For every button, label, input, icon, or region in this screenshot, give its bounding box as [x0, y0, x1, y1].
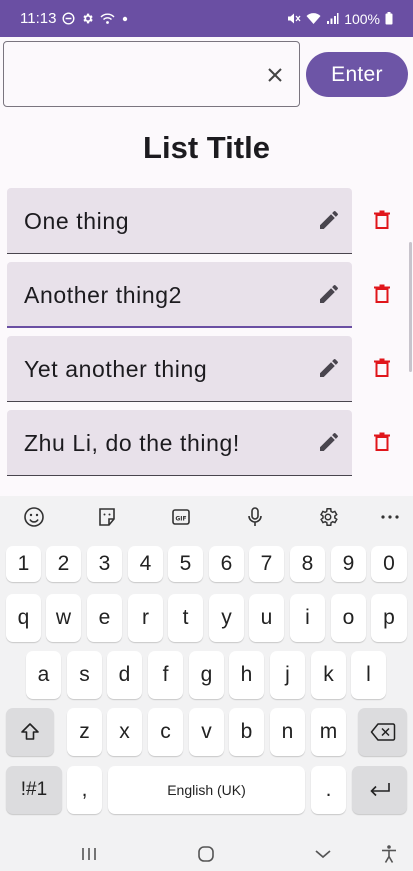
- key-i[interactable]: i: [290, 594, 325, 642]
- key-l[interactable]: l: [351, 651, 386, 699]
- more-icon[interactable]: [377, 504, 403, 530]
- list-item-field[interactable]: One thing: [7, 188, 352, 254]
- key-e[interactable]: e: [87, 594, 122, 642]
- key-r[interactable]: r: [128, 594, 163, 642]
- microphone-icon[interactable]: [242, 504, 268, 530]
- key-f[interactable]: f: [148, 651, 183, 699]
- key-0[interactable]: 0: [371, 546, 407, 582]
- key-z[interactable]: z: [67, 708, 102, 756]
- status-bar: 11:13 100%: [0, 0, 413, 37]
- key-y[interactable]: y: [209, 594, 244, 642]
- backspace-icon: [370, 722, 396, 742]
- key-o[interactable]: o: [331, 594, 366, 642]
- list-item-text: Zhu Li, do the thing!: [24, 430, 240, 456]
- key-4[interactable]: 4: [128, 546, 163, 582]
- keyboard-toolbar: GIF: [0, 496, 413, 538]
- pencil-icon[interactable]: [317, 208, 341, 232]
- shift-key[interactable]: [6, 708, 54, 756]
- wifi-icon: [306, 12, 321, 25]
- comma-key[interactable]: ,: [67, 766, 102, 814]
- key-5[interactable]: 5: [168, 546, 203, 582]
- dot-icon: [121, 15, 129, 23]
- pencil-icon[interactable]: [317, 356, 341, 380]
- key-8[interactable]: 8: [290, 546, 325, 582]
- key-s[interactable]: s: [67, 651, 102, 699]
- key-x[interactable]: x: [107, 708, 142, 756]
- key-7[interactable]: 7: [249, 546, 284, 582]
- new-item-input[interactable]: [3, 41, 300, 107]
- key-6[interactable]: 6: [209, 546, 244, 582]
- trash-icon[interactable]: [370, 430, 394, 454]
- wifi-calling-icon: [100, 12, 115, 25]
- key-3[interactable]: 3: [87, 546, 122, 582]
- emoji-icon[interactable]: [21, 504, 47, 530]
- key-b[interactable]: b: [229, 708, 264, 756]
- key-h[interactable]: h: [229, 651, 264, 699]
- list-item-text: One thing: [24, 208, 130, 234]
- pencil-icon[interactable]: [317, 430, 341, 454]
- key-n[interactable]: n: [270, 708, 305, 756]
- list-item: Yet another thing: [7, 336, 407, 402]
- gif-icon[interactable]: GIF: [168, 504, 194, 530]
- key-k[interactable]: k: [311, 651, 346, 699]
- key-2[interactable]: 2: [46, 546, 81, 582]
- home-icon[interactable]: [194, 843, 218, 865]
- close-icon[interactable]: [263, 63, 287, 87]
- gear-icon: [81, 12, 94, 25]
- key-g[interactable]: g: [189, 651, 224, 699]
- list-item: Zhu Li, do the thing!: [7, 410, 407, 476]
- input-row: Enter: [3, 41, 413, 107]
- key-d[interactable]: d: [107, 651, 142, 699]
- signal-icon: [326, 12, 339, 25]
- on-screen-keyboard: GIF 1 2 3 4 5 6 7 8 9 0 q w e r t y u i …: [0, 496, 413, 837]
- key-v[interactable]: v: [189, 708, 224, 756]
- key-t[interactable]: t: [168, 594, 203, 642]
- svg-text:GIF: GIF: [175, 516, 186, 523]
- mute-icon: [287, 12, 301, 25]
- key-q[interactable]: q: [6, 594, 41, 642]
- pencil-icon[interactable]: [317, 282, 341, 306]
- key-9[interactable]: 9: [331, 546, 366, 582]
- key-p[interactable]: p: [371, 594, 407, 642]
- list-item: One thing: [7, 188, 407, 254]
- enter-key[interactable]: [352, 766, 407, 814]
- status-time: 11:13: [20, 10, 57, 27]
- key-1[interactable]: 1: [6, 546, 41, 582]
- key-m[interactable]: m: [311, 708, 346, 756]
- list-item-field[interactable]: Zhu Li, do the thing!: [7, 410, 352, 476]
- accessibility-icon[interactable]: [377, 843, 401, 865]
- scrollbar[interactable]: [409, 242, 412, 372]
- key-u[interactable]: u: [249, 594, 284, 642]
- list-item: Another thing2: [7, 262, 407, 328]
- list-item-field[interactable]: Another thing2: [7, 262, 352, 328]
- recents-icon[interactable]: [77, 843, 101, 865]
- symbols-key[interactable]: !#1: [6, 766, 62, 814]
- key-a[interactable]: a: [26, 651, 61, 699]
- trash-icon[interactable]: [370, 356, 394, 380]
- list-item-text: Yet another thing: [24, 356, 208, 382]
- list-item-text: Another thing2: [24, 282, 183, 308]
- do-not-disturb-icon: [62, 12, 75, 25]
- battery-icon: [385, 12, 393, 25]
- settings-icon[interactable]: [315, 504, 341, 530]
- item-list: One thing Another thing2 Yet another thi…: [7, 188, 407, 484]
- list-item-field[interactable]: Yet another thing: [7, 336, 352, 402]
- page-title: List Title: [143, 130, 270, 165]
- trash-icon[interactable]: [370, 282, 394, 306]
- return-icon: [368, 780, 392, 800]
- backspace-key[interactable]: [358, 708, 407, 756]
- sticker-icon[interactable]: [94, 504, 120, 530]
- shift-icon: [19, 721, 41, 743]
- back-icon[interactable]: [311, 843, 335, 865]
- space-bar[interactable]: English (UK): [108, 766, 305, 814]
- key-j[interactable]: j: [270, 651, 305, 699]
- key-w[interactable]: w: [46, 594, 81, 642]
- key-c[interactable]: c: [148, 708, 183, 756]
- enter-button[interactable]: Enter: [306, 52, 408, 97]
- navigation-bar: [0, 837, 413, 871]
- period-key[interactable]: .: [311, 766, 346, 814]
- trash-icon[interactable]: [370, 208, 394, 232]
- battery-percent: 100%: [344, 10, 380, 27]
